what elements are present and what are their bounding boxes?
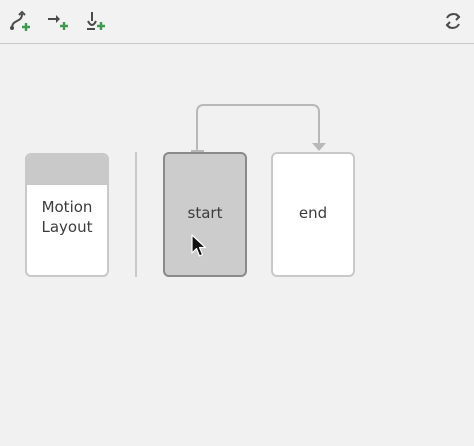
- transition-arrowhead: [312, 143, 326, 151]
- create-constraint-set-icon: [87, 12, 105, 30]
- motion-layout-card-header: [27, 155, 107, 185]
- motion-layout-label: Motion Layout: [41, 198, 93, 236]
- constraint-set-end-label: end: [298, 204, 328, 222]
- create-transition-button[interactable]: [8, 8, 34, 34]
- design-canvas[interactable]: Motion Layout start end: [0, 44, 474, 446]
- toolbar: [0, 0, 474, 44]
- cycle-button[interactable]: [440, 8, 466, 34]
- constraint-set-start-label: start: [187, 204, 223, 222]
- create-click-handler-icon: [48, 15, 68, 30]
- constraint-set-end[interactable]: end: [271, 152, 355, 277]
- create-constraint-set-button[interactable]: [82, 8, 108, 34]
- motion-layout-card[interactable]: Motion Layout: [25, 153, 109, 277]
- create-click-handler-button[interactable]: [45, 8, 71, 34]
- cycle-icon: [445, 13, 461, 29]
- divider: [135, 152, 137, 277]
- create-transition-icon: [10, 10, 30, 31]
- transition-path: [196, 104, 320, 151]
- constraint-set-start[interactable]: start: [163, 152, 247, 277]
- mouse-pointer-icon: [191, 234, 207, 257]
